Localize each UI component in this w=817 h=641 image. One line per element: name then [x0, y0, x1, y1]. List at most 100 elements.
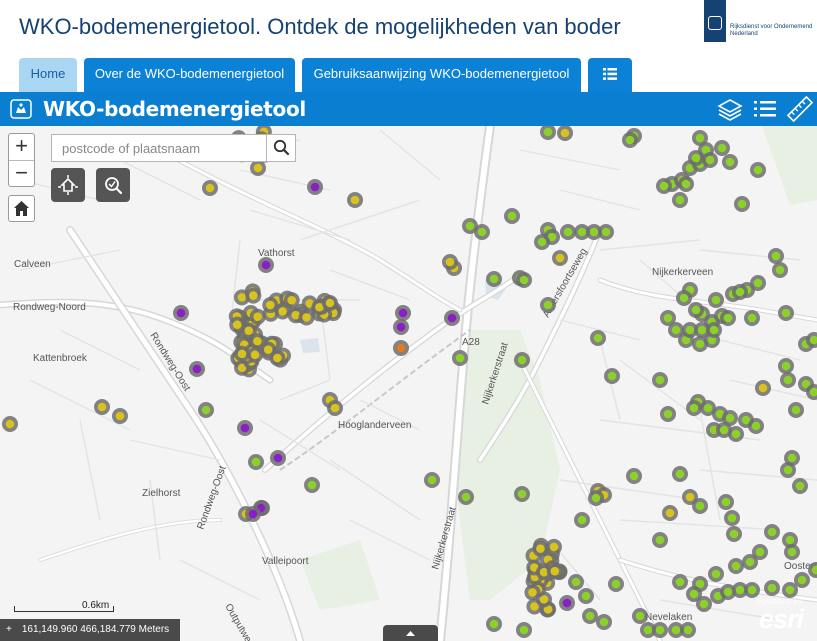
wko-point[interactable]: [327, 400, 343, 416]
wko-point[interactable]: [442, 254, 458, 270]
wko-point[interactable]: [778, 358, 794, 374]
wko-point[interactable]: [696, 596, 712, 612]
wko-point[interactable]: [708, 566, 724, 582]
wko-point[interactable]: [708, 292, 724, 308]
wko-point[interactable]: [250, 160, 266, 176]
zoom-in-button[interactable]: +: [9, 134, 34, 160]
wko-point[interactable]: [304, 477, 320, 493]
wko-point[interactable]: [514, 352, 530, 368]
wko-point[interactable]: [198, 402, 214, 418]
wko-point[interactable]: [720, 310, 736, 326]
tab-over[interactable]: Over de WKO-bodemenergietool: [84, 58, 295, 92]
wko-point[interactable]: [270, 450, 286, 466]
wko-point[interactable]: [588, 490, 604, 506]
wko-point[interactable]: [608, 576, 624, 592]
tab-home[interactable]: Home: [19, 58, 77, 92]
wko-point[interactable]: [262, 297, 279, 314]
wko-point[interactable]: [772, 262, 788, 278]
wko-point[interactable]: [347, 192, 363, 208]
wko-point[interactable]: [546, 563, 563, 580]
wko-point[interactable]: [516, 622, 532, 638]
wko-point[interactable]: [504, 208, 520, 224]
wko-point[interactable]: [656, 178, 672, 194]
wko-point[interactable]: [734, 196, 750, 212]
wko-point[interactable]: [560, 224, 576, 240]
home-extent-button[interactable]: [8, 195, 35, 222]
wko-point[interactable]: [726, 526, 742, 542]
wko-point[interactable]: [189, 361, 205, 377]
wko-point[interactable]: [672, 466, 688, 482]
wko-point[interactable]: [486, 271, 502, 287]
wko-point[interactable]: [245, 287, 262, 304]
wko-point[interactable]: [395, 305, 411, 321]
coord-toggle-icon[interactable]: +: [6, 624, 12, 635]
wko-point[interactable]: [632, 608, 648, 624]
wko-point[interactable]: [173, 305, 189, 321]
map-view[interactable]: Vathorst Calveen Rondweg-Noord Rondweg-Oost…: [0, 126, 817, 641]
wko-point[interactable]: [744, 582, 760, 598]
wko-point[interactable]: [714, 140, 730, 156]
wko-point[interactable]: [676, 290, 692, 306]
wko-point[interactable]: [686, 400, 702, 416]
wko-point[interactable]: [598, 224, 614, 240]
wko-point[interactable]: [574, 512, 590, 528]
wko-point[interactable]: [524, 584, 541, 601]
wko-point[interactable]: [458, 489, 474, 505]
wko-point[interactable]: [424, 472, 440, 488]
wko-point[interactable]: [248, 454, 264, 470]
wko-point[interactable]: [784, 544, 800, 560]
layers-icon[interactable]: [716, 96, 744, 122]
wko-point[interactable]: [237, 420, 253, 436]
wko-point[interactable]: [559, 595, 575, 611]
wko-point[interactable]: [688, 150, 704, 166]
wko-point[interactable]: [780, 372, 796, 388]
wko-point[interactable]: [672, 192, 688, 208]
wko-point[interactable]: [692, 498, 708, 514]
wko-point[interactable]: [462, 218, 478, 234]
attribute-table-toggle[interactable]: [383, 625, 438, 641]
wko-point[interactable]: [718, 494, 734, 510]
wko-point[interactable]: [748, 418, 764, 434]
wko-point[interactable]: [2, 416, 18, 432]
wko-point[interactable]: [706, 322, 722, 338]
wko-point[interactable]: [578, 588, 594, 604]
wko-point[interactable]: [233, 345, 250, 362]
wko-point[interactable]: [283, 292, 300, 309]
search-button[interactable]: [266, 135, 295, 161]
wko-point[interactable]: [540, 297, 556, 313]
wko-point[interactable]: [662, 505, 678, 521]
legend-list-icon[interactable]: [751, 96, 779, 122]
wko-point[interactable]: [732, 284, 748, 300]
search-input[interactable]: [52, 135, 266, 161]
wko-point[interactable]: [678, 176, 694, 192]
wko-point[interactable]: [768, 248, 784, 264]
measure-ruler-icon[interactable]: [786, 96, 814, 122]
wko-point[interactable]: [552, 250, 568, 266]
wko-point[interactable]: [652, 532, 668, 548]
wko-point[interactable]: [755, 380, 771, 396]
wko-point[interactable]: [532, 540, 549, 557]
wko-point[interactable]: [792, 478, 808, 494]
wko-point[interactable]: [245, 506, 261, 522]
wko-point[interactable]: [540, 126, 556, 140]
wko-point[interactable]: [626, 468, 642, 484]
wko-point[interactable]: [688, 302, 704, 318]
wko-point[interactable]: [750, 162, 766, 178]
wko-point[interactable]: [393, 340, 409, 356]
wko-point[interactable]: [778, 305, 794, 321]
wko-point[interactable]: [728, 558, 744, 574]
wko-point[interactable]: [742, 554, 758, 570]
wko-point[interactable]: [652, 372, 668, 388]
wko-point[interactable]: [202, 180, 218, 196]
wko-point[interactable]: [680, 622, 696, 638]
wko-point[interactable]: [764, 524, 780, 540]
wko-point[interactable]: [582, 608, 598, 624]
wko-point[interactable]: [784, 450, 800, 466]
wko-point[interactable]: [622, 132, 638, 148]
wko-point[interactable]: [393, 319, 409, 335]
wko-point[interactable]: [545, 538, 562, 555]
wko-point[interactable]: [728, 426, 744, 442]
wko-point[interactable]: [516, 272, 532, 288]
locate-button[interactable]: [51, 168, 85, 202]
wko-point[interactable]: [722, 154, 738, 170]
